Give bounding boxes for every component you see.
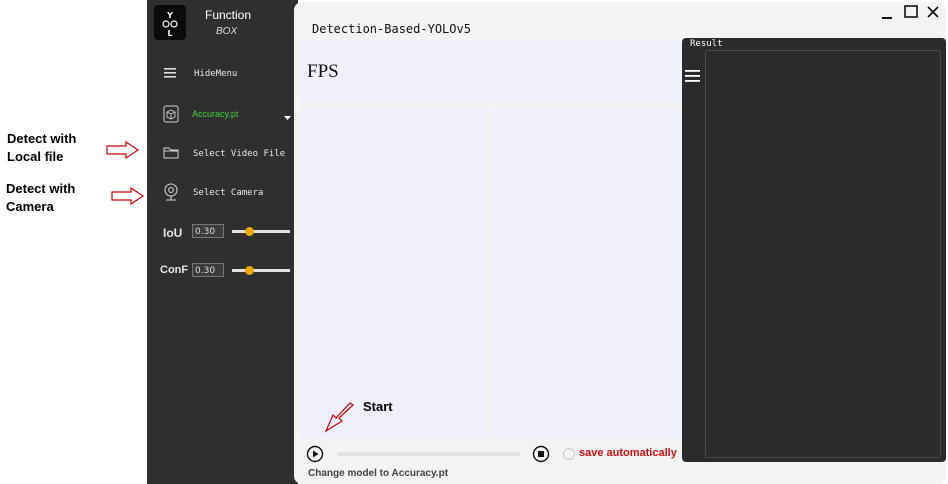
conf-value-box[interactable]: 0.30 bbox=[192, 263, 224, 277]
original-video-panel bbox=[301, 108, 489, 438]
iou-slider-track bbox=[232, 230, 290, 233]
model-cube-icon bbox=[163, 105, 179, 123]
dropdown-arrow-icon bbox=[284, 116, 291, 120]
iou-value-box[interactable]: 0.30 bbox=[192, 224, 224, 238]
menu-icon bbox=[164, 68, 176, 78]
select-video-label: Select Video File bbox=[193, 149, 286, 159]
play-icon bbox=[306, 445, 324, 463]
model-select[interactable]: Accuracy.pt bbox=[160, 103, 294, 125]
save-auto-checkbox[interactable]: save automatically bbox=[563, 447, 681, 462]
menu-icon bbox=[685, 70, 700, 82]
arrow-local-file-icon bbox=[106, 141, 140, 159]
yolo-logo: Y L bbox=[154, 5, 186, 40]
save-auto-radio[interactable] bbox=[563, 448, 575, 460]
fps-label: FPS bbox=[307, 61, 339, 82]
hide-menu-label: HideMenu bbox=[194, 69, 238, 79]
save-auto-label: save automatically bbox=[579, 447, 677, 459]
stop-button[interactable] bbox=[532, 445, 550, 463]
brand-subtitle: BOX bbox=[216, 26, 238, 37]
conf-label: ConF bbox=[160, 264, 189, 276]
fps-panel: FPS bbox=[301, 40, 680, 102]
detected-video-panel bbox=[492, 108, 680, 438]
svg-text:L: L bbox=[167, 29, 172, 38]
stop-icon bbox=[532, 445, 550, 463]
conf-slider-track bbox=[232, 269, 290, 272]
annotation-local-file: Detect with Local file bbox=[7, 131, 77, 164]
close-button[interactable] bbox=[924, 4, 942, 22]
annotation-start: Start bbox=[363, 399, 393, 414]
hide-menu-button[interactable]: HideMenu bbox=[160, 64, 290, 84]
model-value: Accuracy.pt bbox=[192, 109, 239, 119]
select-camera-button[interactable]: Select Camera bbox=[160, 181, 294, 203]
status-bar: Change model to Accuracy.pt bbox=[308, 468, 449, 479]
minimize-button[interactable] bbox=[879, 4, 895, 22]
close-icon bbox=[927, 6, 939, 18]
webcam-icon bbox=[164, 183, 178, 201]
iou-slider[interactable] bbox=[232, 225, 290, 237]
result-menu-button[interactable] bbox=[685, 68, 701, 84]
arrow-camera-icon bbox=[111, 187, 145, 205]
yolo-logo-icon: Y L bbox=[162, 11, 178, 38]
result-label: Result bbox=[690, 39, 723, 49]
iou-label: IoU bbox=[163, 226, 183, 240]
annotation-camera: Detect with Camera bbox=[6, 181, 76, 214]
progress-bar[interactable] bbox=[337, 452, 520, 456]
maximize-button[interactable] bbox=[902, 4, 920, 22]
select-camera-label: Select Camera bbox=[193, 188, 264, 198]
arrow-start-icon bbox=[324, 402, 354, 433]
window-title: Detection-Based-YOLOv5 bbox=[312, 22, 471, 36]
conf-slider-knob[interactable] bbox=[245, 266, 254, 275]
folder-icon bbox=[163, 147, 179, 159]
play-button[interactable] bbox=[306, 445, 324, 463]
brand-title: Function bbox=[205, 8, 252, 22]
result-text-area[interactable] bbox=[705, 50, 941, 458]
conf-slider[interactable] bbox=[232, 264, 290, 276]
maximize-icon bbox=[904, 5, 918, 18]
svg-text:Y: Y bbox=[166, 11, 173, 20]
iou-slider-knob[interactable] bbox=[245, 227, 254, 236]
select-video-button[interactable]: Select Video File bbox=[160, 143, 294, 163]
minimize-icon bbox=[882, 17, 892, 19]
